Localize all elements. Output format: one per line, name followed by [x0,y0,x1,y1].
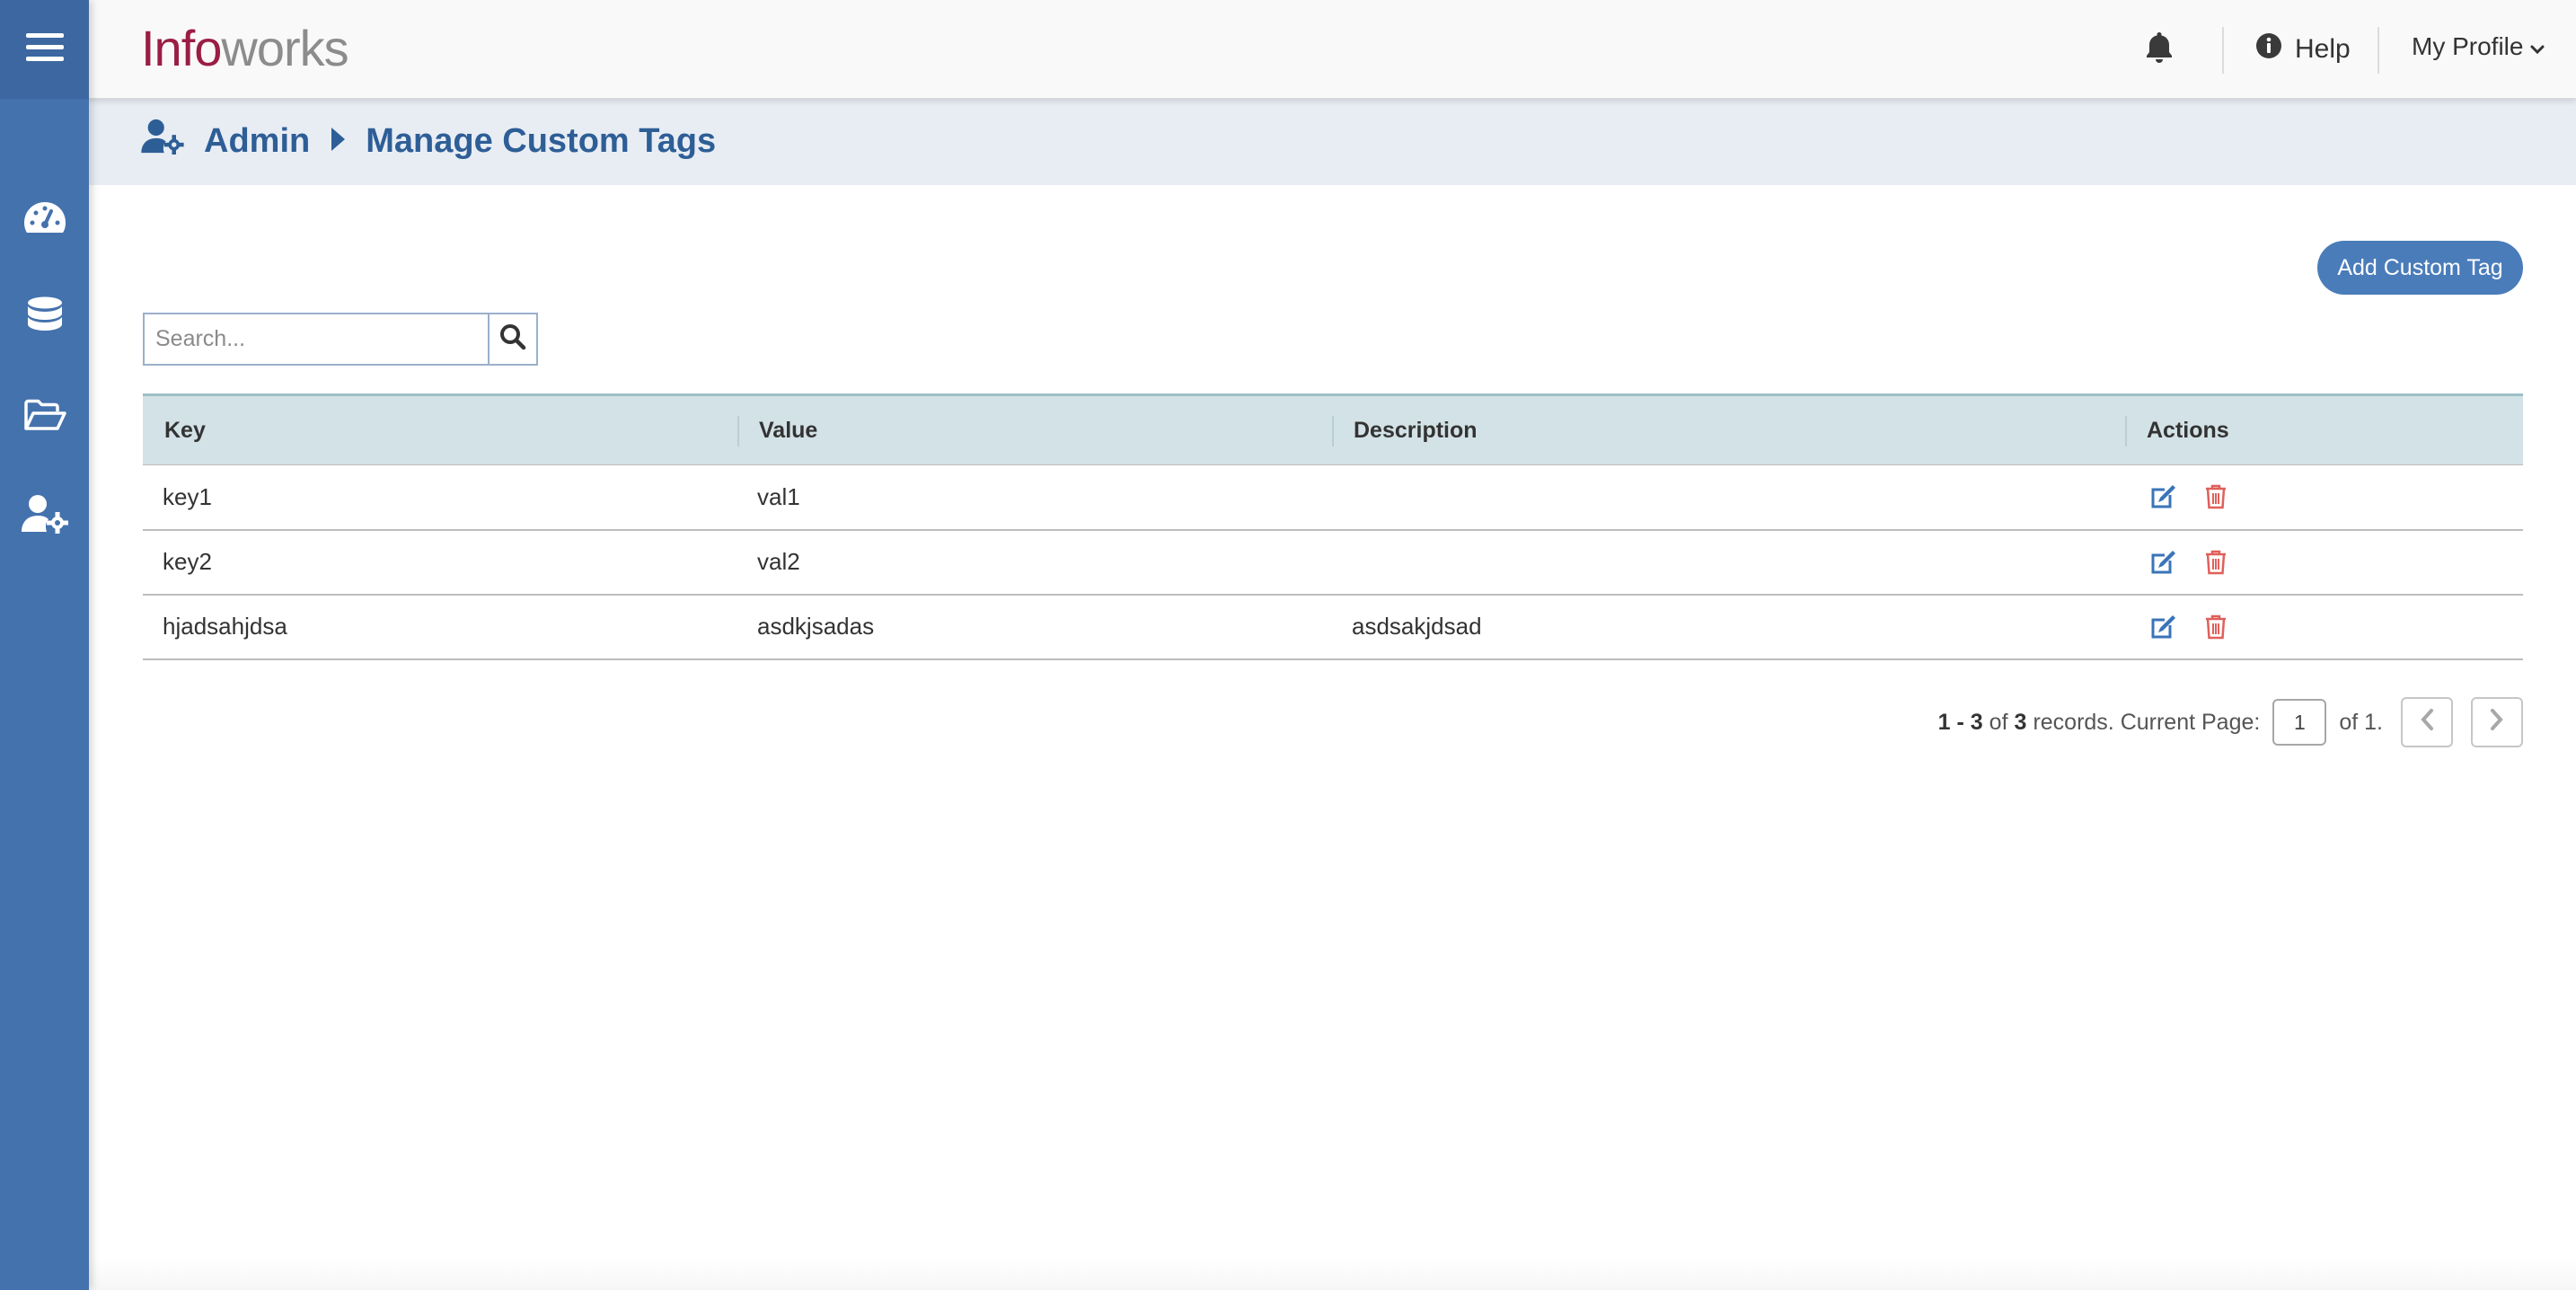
database-icon [27,296,63,340]
cell-description [1332,530,2125,595]
menu-toggle-button[interactable] [0,0,89,99]
dashboard-icon [23,200,66,241]
search-button[interactable] [488,314,536,364]
page-bottom-shade [89,1258,2576,1290]
next-page-button[interactable] [2471,697,2523,747]
search-input[interactable] [145,314,488,364]
current-page-input[interactable]: 1 [2272,699,2327,746]
trash-icon [2206,550,2226,574]
cell-key: key2 [163,548,212,575]
chevron-down-icon [2530,32,2545,61]
records-of-word: of [1989,709,2008,735]
chevron-left-icon [2420,708,2434,738]
cell-key: key1 [163,482,212,510]
edit-button[interactable] [2148,613,2177,641]
total-pages-text: of 1. [2339,709,2383,735]
breadcrumb-bar: Admin Manage Custom Tags [89,99,2576,185]
edit-icon [2151,614,2175,638]
profile-menu[interactable]: My Profile [2412,32,2545,61]
records-text: records. Current Page: [2033,709,2261,735]
hamburger-icon [25,31,64,68]
table-row: hjadsahjdsa asdkjsadas asdsakjdsad [143,595,2523,659]
cell-description: asdsakjdsad [1352,613,1482,640]
header-divider [2222,27,2224,74]
sidebar-item-dashboard[interactable] [0,184,89,256]
caret-right-icon [330,122,346,161]
admin-user-settings-icon [141,119,184,163]
logo-text-works: works [221,20,348,76]
app-logo[interactable]: Infoworks [141,20,349,77]
delete-button[interactable] [2204,549,2228,576]
sidebar [0,0,89,1290]
custom-tags-table: Key Value Description Actions key1 val1 … [143,393,2523,660]
trash-icon [2206,614,2226,639]
help-label: Help [2295,34,2351,64]
table-row: key1 val1 [143,464,2523,530]
breadcrumb-admin-link[interactable]: Admin [204,122,310,161]
cell-actions [2125,530,2523,595]
delete-button[interactable] [2204,483,2228,510]
bell-icon [2146,32,2173,66]
pagination: 1 - 3 of 3 records. Current Page: 1 of 1… [1938,697,2523,747]
cell-description [1332,465,2125,530]
sidebar-item-data-sources[interactable] [0,282,89,354]
edit-icon [2151,550,2175,573]
edit-icon [2151,485,2175,508]
trash-icon [2206,485,2226,509]
user-settings-icon [21,494,68,538]
breadcrumb-current-page: Manage Custom Tags [366,121,717,160]
column-header-value[interactable]: Value [737,395,1332,465]
table-row: key2 val2 [143,530,2523,595]
cell-actions [2125,465,2523,530]
edit-button[interactable] [2148,482,2177,511]
cell-actions [2125,595,2523,659]
delete-button[interactable] [2204,614,2228,641]
notifications-button[interactable] [2146,31,2173,67]
cell-value: val1 [757,482,800,510]
records-range: 1 - 3 [1937,709,1983,735]
logo-text-info: Info [141,20,222,76]
column-header-description[interactable]: Description [1332,395,2125,465]
search-box [143,313,538,366]
chevron-right-icon [2490,708,2504,738]
column-header-actions: Actions [2125,395,2523,465]
help-link[interactable]: Help [2255,32,2351,66]
edit-button[interactable] [2148,548,2177,577]
table-header: Key Value Description Actions [143,394,2523,465]
header-divider [2378,27,2379,74]
sidebar-item-admin[interactable] [0,480,89,552]
search-icon [499,323,526,355]
add-custom-tag-button[interactable]: Add Custom Tag [2317,241,2523,295]
cell-value: asdkjsadas [757,613,875,640]
profile-label: My Profile [2412,32,2524,60]
top-header: Infoworks Help My Profile [89,0,2576,99]
folder-open-icon [23,399,66,436]
column-header-key[interactable]: Key [143,395,737,465]
cell-key: hjadsahjdsa [163,613,287,640]
sidebar-item-files[interactable] [0,381,89,453]
records-total: 3 [2014,709,2027,735]
info-circle-icon [2255,32,2282,66]
cell-value: val2 [757,548,800,575]
previous-page-button[interactable] [2401,697,2453,747]
breadcrumb: Admin Manage Custom Tags [141,119,716,163]
